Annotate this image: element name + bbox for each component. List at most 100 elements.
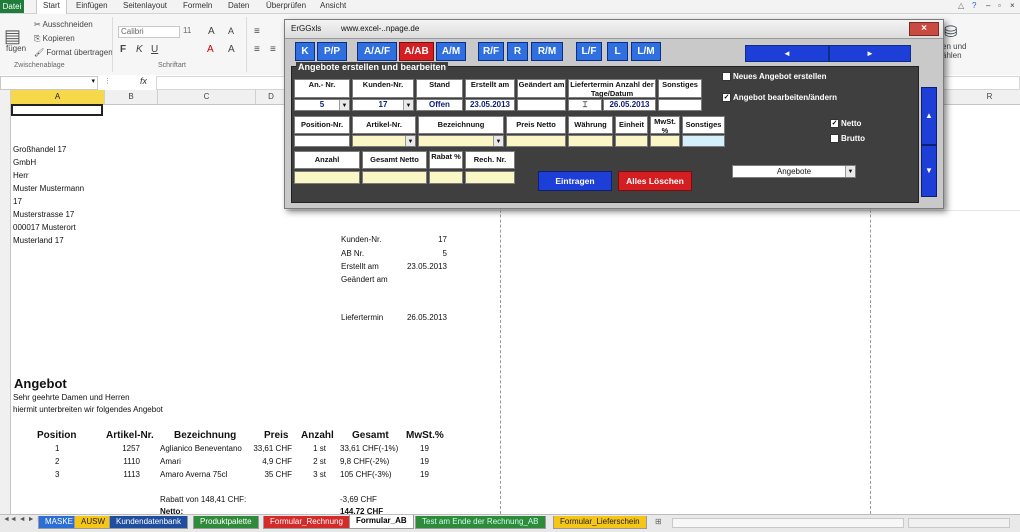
scroll-up-button[interactable]: ▲ (921, 87, 937, 145)
nav-button-r-f[interactable]: R/F (478, 42, 504, 61)
italic-button[interactable]: K (136, 44, 143, 55)
sonstiges-2-field[interactable] (682, 135, 725, 147)
font-name-select[interactable]: Calibri (118, 26, 180, 38)
font-size-icon[interactable]: A (228, 44, 235, 55)
new-sheet-icon[interactable]: ⊞ (655, 517, 662, 526)
position-nr-field[interactable] (294, 135, 350, 147)
find-select-icon[interactable]: ⛁ (944, 22, 957, 42)
window-min-icon[interactable]: – (986, 1, 990, 10)
horizontal-scrollbar-track[interactable] (908, 518, 1010, 528)
column-header-d[interactable]: D (256, 90, 287, 104)
neues-angebot-checkbox[interactable]: Neues Angebot erstellen (722, 72, 827, 82)
address-line: GmbH (13, 158, 37, 167)
nav-button-l-m[interactable]: L/M (631, 42, 661, 61)
angebot-bearbeiten-checkbox[interactable]: ✓ Angebot bearbeiten/ändern (722, 93, 837, 103)
sheet-tab-test[interactable]: Test am Ende der Rechnung_AB (415, 516, 546, 529)
help-icon[interactable]: ? (972, 1, 976, 10)
tab-formulas[interactable]: Formeln (183, 1, 212, 10)
preis-netto-field[interactable] (506, 135, 566, 147)
nav-button-a-m[interactable]: A/M (436, 42, 466, 61)
font-size-select[interactable]: 11 (183, 26, 191, 35)
liefertage-field[interactable]: ⌶ (568, 99, 602, 111)
scroll-down-button[interactable]: ▼ (921, 145, 937, 197)
nav-button-k[interactable]: K (295, 42, 315, 61)
align-top-icon[interactable]: ≡ (254, 26, 260, 37)
cut-button[interactable]: ✂ Ausschneiden (34, 20, 93, 29)
align-left-icon[interactable]: ≡ (254, 44, 260, 55)
nav-button-l-f[interactable]: L/F (576, 42, 602, 61)
close-icon[interactable]: × (909, 22, 939, 36)
prev-button[interactable]: ◄ (745, 45, 829, 62)
bold-button[interactable]: F (120, 44, 126, 55)
window-restore-icon[interactable]: ▫ (998, 1, 1001, 10)
window-close-icon[interactable]: × (1010, 1, 1015, 10)
next-button[interactable]: ► (829, 45, 911, 62)
bezeichnung-select[interactable]: ▼ (418, 135, 504, 147)
einheit-field[interactable] (615, 135, 648, 147)
column-header-c[interactable]: C (158, 90, 256, 104)
column-header-r[interactable]: R (942, 90, 1020, 104)
eintragen-button[interactable]: Eintragen (538, 171, 612, 191)
gesamt-netto-field[interactable] (362, 171, 427, 184)
tab-data[interactable]: Daten (228, 1, 249, 10)
sheet-tab-kundendatenbank[interactable]: Kundendatenbank (109, 516, 188, 529)
nav-button-a-a-f[interactable]: A/A/F (357, 42, 397, 61)
tab-insert[interactable]: Einfügen (76, 1, 108, 10)
nav-button-a-ab[interactable]: A/AB (399, 42, 434, 61)
name-box[interactable]: ▾ (0, 76, 98, 90)
anzahl-field[interactable] (294, 171, 360, 184)
tab-review[interactable]: Überprüfen (266, 1, 306, 10)
header-gesamt-netto: Gesamt Netto (362, 151, 427, 169)
horizontal-scrollbar[interactable] (672, 518, 904, 528)
format-painter-button[interactable]: 🖌 Format übertragen (34, 48, 113, 57)
alles-loeschen-button[interactable]: Alles Löschen (618, 171, 692, 191)
tab-view[interactable]: Ansicht (320, 1, 346, 10)
erstellt-am-field[interactable]: 23.05.2013 (465, 99, 515, 111)
mwst-field[interactable] (650, 135, 680, 147)
sheet-tab-formular-ab[interactable]: Formular_AB (349, 515, 414, 529)
paste-label[interactable]: fügen (6, 44, 26, 53)
an-nr-select[interactable]: 5 ▼ (294, 99, 350, 111)
column-header-a[interactable]: A (11, 90, 105, 104)
rech-nr-field[interactable] (465, 171, 515, 184)
header-position-nr: Position-Nr. (294, 116, 350, 134)
dialog-titlebar[interactable]: ErGGxls www.excel-..npage.de × (285, 20, 943, 39)
selected-cell[interactable] (11, 104, 103, 116)
table-header: MwSt.% (406, 430, 444, 441)
nav-button-p-p[interactable]: P/P (317, 42, 347, 61)
sheet-tab-formular-lieferschein[interactable]: Formular_Lieferschein (553, 516, 647, 529)
font-color-icon[interactable]: A (207, 44, 214, 55)
liefertermin-field[interactable]: 26.05.2013 (603, 99, 656, 111)
kunden-nr-select[interactable]: 17 ▼ (352, 99, 414, 111)
netto-checkbox[interactable]: ✓ Netto (830, 119, 861, 129)
grow-font-icon[interactable]: A (208, 26, 215, 37)
sheet-tab-formular-rechnung[interactable]: Formular_Rechnung (263, 516, 350, 529)
fx-icon[interactable]: fx (140, 76, 147, 86)
sheet-tab-ausw[interactable]: AUSW (74, 516, 112, 529)
column-header-b[interactable]: B (105, 90, 158, 104)
nav-button-r-m[interactable]: R/M (531, 42, 563, 61)
table-header: Anzahl (301, 430, 334, 441)
shrink-font-icon[interactable]: A (228, 26, 234, 36)
header-mwst: MwSt. % (650, 116, 680, 135)
tab-file[interactable]: Datei (0, 0, 24, 13)
waehrung-field[interactable] (568, 135, 613, 147)
brutto-checkbox[interactable]: Brutto (830, 134, 865, 144)
geaendert-am-field[interactable] (517, 99, 566, 111)
sonstiges-field[interactable] (658, 99, 702, 111)
angebote-select[interactable]: Angebote ▼ (732, 165, 856, 178)
underline-button[interactable]: U (151, 44, 158, 55)
tab-start[interactable]: Start (36, 0, 67, 14)
nav-button-r[interactable]: R (507, 42, 528, 61)
group-separator (112, 17, 113, 72)
copy-button[interactable]: ⎘ Kopieren (34, 34, 75, 44)
rabat-field[interactable] (429, 171, 463, 184)
tab-page-layout[interactable]: Seitenlayout (123, 1, 167, 10)
stand-field[interactable]: Offen (416, 99, 463, 111)
artikel-nr-select[interactable]: ▼ (352, 135, 416, 147)
minimize-ribbon-icon[interactable]: △ (958, 1, 964, 10)
align-center-icon[interactable]: ≡ (270, 44, 276, 55)
nav-button-l[interactable]: L (607, 42, 628, 61)
find-select-button[interactable]: en und ählen (942, 42, 966, 60)
sheet-tab-produktpalette[interactable]: Produktpalette (193, 516, 259, 529)
